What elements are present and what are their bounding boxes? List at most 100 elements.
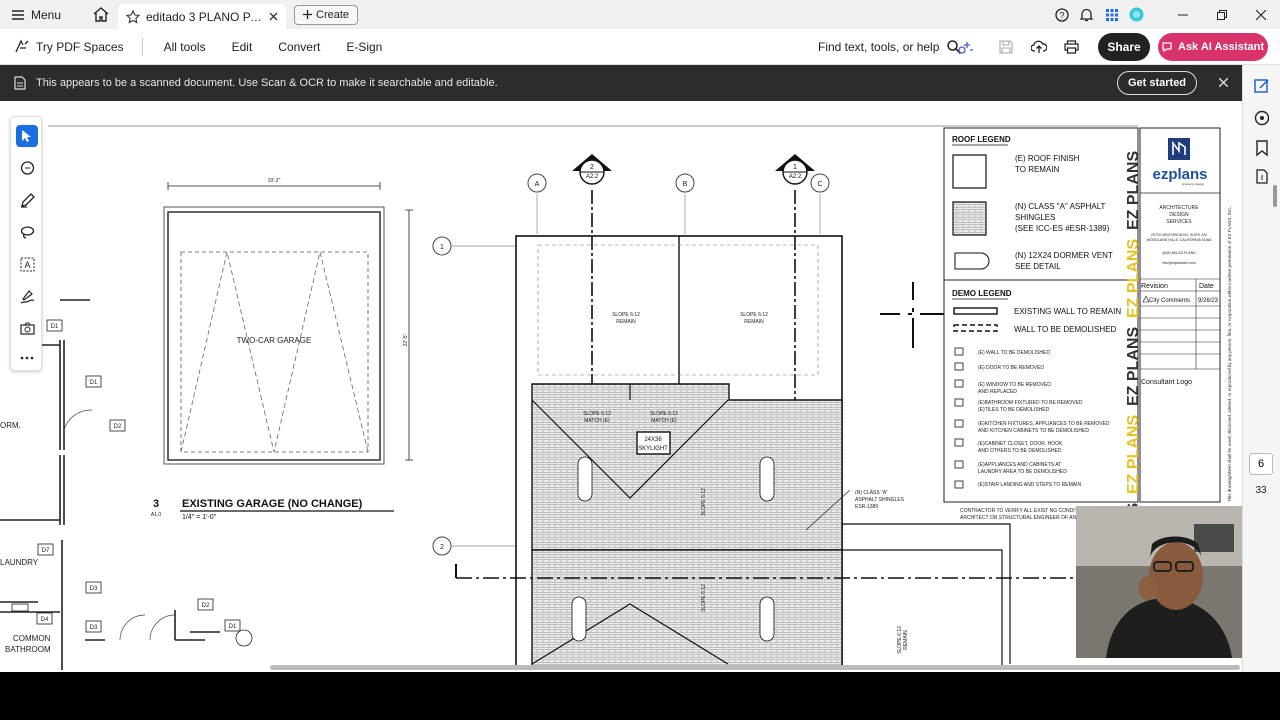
page-number-input[interactable]: 6 [1249,453,1273,475]
esign-menu[interactable]: E-Sign [333,40,395,54]
comment-tool[interactable] [16,157,38,179]
svg-text:(N) 12X24 DORMER VENT: (N) 12X24 DORMER VENT [1015,251,1113,260]
more-tools-button[interactable] [16,347,38,369]
quick-tools-panel: A [10,116,42,371]
svg-text:(E)BATHROOM FIXTURED TO BE REM: (E)BATHROOM FIXTURED TO BE REMOVED [978,400,1083,406]
door-tag: D1 [51,324,59,330]
apps-button[interactable] [1099,8,1124,21]
svg-text:EZ PLANS: EZ PLANS [1125,327,1142,406]
sign-tool[interactable] [16,285,38,307]
svg-text:(E)APPLIANCES AND CABINETS AT: (E)APPLIANCES AND CABINETS AT [978,462,1061,468]
detail-number: 3 [153,498,159,510]
horizontal-scrollbar[interactable] [270,665,1240,670]
minimize-icon [1177,14,1188,15]
convert-menu[interactable]: Convert [265,40,333,54]
freeform-tool[interactable] [16,221,38,243]
detail-title: EXISTING GARAGE (NO CHANGE) [182,498,363,510]
bookmark-icon[interactable] [1253,139,1271,157]
profile-button[interactable] [1124,7,1149,22]
restore-button[interactable] [1202,9,1241,20]
pencil-icon [20,192,35,208]
demo-legend-title: DEMO LEGEND [952,289,1012,298]
grid-bubble-b: B [683,181,688,188]
svg-text:(E)TILES TO BE DEMOLISHED: (E)TILES TO BE DEMOLISHED [978,407,1050,413]
lasso-icon [20,225,34,239]
share-button[interactable]: Share [1098,33,1150,61]
ai-tools-button[interactable] [958,29,974,65]
banner-close-button[interactable] [1214,74,1232,90]
draw-tool[interactable] [16,189,38,211]
svg-text:(N) CLASS "A" ASPHALT: (N) CLASS "A" ASPHALT [1015,202,1106,211]
contractor-note: ARCHITECT OR STRUCTURAL ENGINEER OF ANY … [960,515,1086,521]
svg-text:(E) WINDOW TO BE REMOVED: (E) WINDOW TO BE REMOVED [978,382,1051,388]
star-icon[interactable] [126,9,140,24]
plus-icon [303,10,312,19]
hamburger-icon [12,9,24,20]
ai-sparkle-icon [1162,42,1172,53]
svg-text:ARCHITECTURE: ARCHITECTURE [1159,205,1199,211]
main-toolbar: Try PDF Spaces All tools Edit Convert E-… [0,29,1280,65]
close-icon [1255,9,1266,20]
svg-text:(E) ROOF FINISH: (E) ROOF FINISH [1015,154,1080,163]
door-tag: D3 [90,586,98,592]
save-button[interactable] [999,29,1013,65]
attachment-icon[interactable] [1253,167,1271,185]
document-viewport[interactable]: 19'-2" 22'-5" TWO-CAR GARAGE 3 A1.0 EXIS… [0,101,1242,672]
svg-text:(E) DOOR TO BE REMOVED: (E) DOOR TO BE REMOVED [978,365,1044,371]
vertical-scrollbar[interactable] [1273,185,1277,207]
roof-legend-title: ROOF LEGEND [952,135,1011,144]
brand-name: ezplans [1152,166,1207,183]
garage-depth-dimension: 22'-5" [403,333,409,346]
edit-pdf-icon[interactable] [1253,77,1271,95]
notifications-button[interactable] [1074,8,1099,22]
close-window-button[interactable] [1241,9,1280,20]
match-label: MATCH (E) [651,418,677,424]
upload-button[interactable] [1031,29,1047,65]
save-icon [999,40,1013,54]
svg-text:1: 1 [793,164,797,171]
svg-text:Revision: Revision [1141,283,1168,290]
svg-text:(E) WALL TO BE DEMOLISHED: (E) WALL TO BE DEMOLISHED [978,350,1050,356]
door-tag: D1 [90,380,98,386]
print-button[interactable] [1064,29,1079,65]
help-button[interactable]: ? [1049,7,1074,22]
svg-text:A: A [24,260,30,270]
home-button[interactable] [84,7,118,22]
snapshot-tool[interactable] [16,317,38,339]
contractor-note: CONTRACTOR TO VERIFY ALL EXIST NG CONDIT… [960,508,1087,514]
page-total: 33 [1255,485,1267,496]
svg-text:info@ezplansinc.com: info@ezplansinc.com [1162,261,1195,265]
all-tools-menu[interactable]: All tools [151,40,219,54]
detail-sheet: A1.0 [151,512,162,518]
pdf-spaces-button[interactable]: Try PDF Spaces [14,37,143,56]
comment-panel-icon[interactable] [1253,109,1271,127]
svg-text:AND REPLACED: AND REPLACED [978,389,1017,395]
cursor-arrow-icon [22,130,31,142]
pdf-spaces-icon [15,39,29,53]
svg-text:A2.2: A2.2 [789,174,802,180]
garage-label: TWO-CAR GARAGE [237,336,312,345]
door-tag: D3 [90,625,98,631]
get-started-button[interactable]: Get started [1117,71,1197,95]
svg-text:SERVICES: SERVICES [1166,219,1192,225]
remain-label: REMAIN [744,319,764,325]
create-button[interactable]: Create [294,4,359,25]
find-search[interactable]: Find text, tools, or help [818,29,962,65]
close-tab-icon[interactable] [269,12,278,21]
minimize-button[interactable] [1163,14,1202,16]
ask-ai-button[interactable]: Ask AI Assistant [1158,33,1268,61]
close-icon [1218,77,1228,88]
text-tool[interactable]: A [16,253,38,275]
apps-grid-icon [1105,8,1118,21]
svg-text:(E)KITCHEN FIXTURES, APPLIANCE: (E)KITCHEN FIXTURES, APPLIANCES TO BE RE… [978,421,1110,427]
door-tag: D2 [202,603,210,609]
select-tool[interactable] [16,125,38,147]
grid-bubble-1: 1 [440,244,444,251]
edit-menu[interactable]: Edit [219,40,266,54]
tab-title: editado 3 PLANO PARA L... [146,9,263,24]
document-tab[interactable]: editado 3 PLANO PARA L... [118,4,286,29]
menu-button[interactable]: Menu [12,8,84,22]
svg-text:SKYLIGHT: SKYLIGHT [638,446,668,452]
svg-text:EZ PLANS: EZ PLANS [1125,239,1142,318]
slope-label: SLOPE 6:12 [612,312,640,318]
